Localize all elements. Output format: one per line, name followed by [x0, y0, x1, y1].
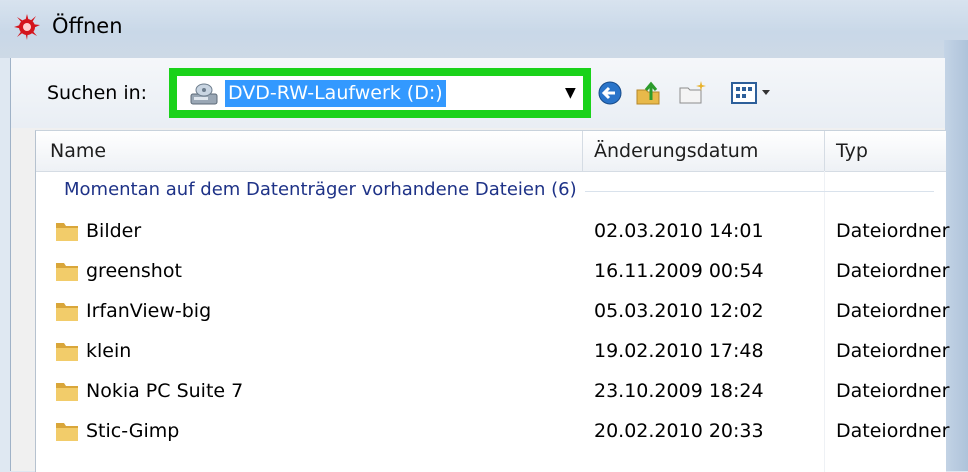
column-separator[interactable] — [824, 131, 825, 171]
file-row[interactable]: IrfanView-big 05.03.2010 12:02 Dateiordn… — [36, 291, 950, 331]
file-row[interactable]: klein 19.02.2010 17:48 Dateiordner — [36, 331, 950, 371]
file-name: klein — [86, 340, 132, 362]
file-name: Bilder — [86, 220, 142, 242]
file-date: 23.10.2009 18:24 — [594, 380, 764, 402]
file-date: 02.03.2010 14:01 — [594, 220, 764, 242]
column-separator[interactable] — [582, 131, 583, 171]
group-label: Momentan auf dem Datenträger vorhandene … — [64, 179, 585, 200]
file-type: Dateiordner — [836, 380, 950, 402]
file-list[interactable]: Name Änderungsdatum Typ Momentan auf dem… — [35, 130, 950, 472]
file-name: IrfanView-big — [86, 300, 212, 322]
up-folder-icon[interactable] — [633, 78, 663, 108]
file-date: 16.11.2009 00:54 — [594, 260, 764, 282]
file-type: Dateiordner — [836, 300, 950, 322]
title-bar[interactable]: Öffnen — [0, 0, 968, 58]
folder-icon — [56, 263, 78, 281]
column-header-name[interactable]: Name — [50, 131, 580, 171]
file-date: 20.02.2010 20:33 — [594, 420, 764, 442]
folder-icon — [56, 223, 78, 241]
list-header: Name Änderungsdatum Typ — [36, 131, 946, 172]
file-type: Dateiordner — [836, 340, 950, 362]
drive-icon — [190, 83, 218, 105]
dialog-client-area: Suchen in: DVD-RW-Laufwerk (D:) ▼ Name Ä… — [10, 58, 950, 472]
column-header-date[interactable]: Änderungsdatum — [594, 131, 834, 171]
new-folder-icon[interactable] — [677, 78, 707, 108]
file-type: Dateiordner — [836, 260, 950, 282]
file-type: Dateiordner — [836, 220, 950, 242]
file-type: Dateiordner — [836, 420, 950, 442]
look-in-combobox[interactable]: DVD-RW-Laufwerk (D:) ▼ — [169, 68, 591, 118]
app-icon — [14, 14, 40, 40]
location-toolbar: Suchen in: DVD-RW-Laufwerk (D:) ▼ — [11, 58, 945, 128]
file-row[interactable]: Nokia PC Suite 7 23.10.2009 18:24 Dateio… — [36, 371, 950, 411]
file-name: Nokia PC Suite 7 — [86, 380, 244, 402]
folder-icon — [56, 383, 78, 401]
file-name: greenshot — [86, 260, 182, 282]
window-title: Öffnen — [52, 14, 123, 38]
file-row[interactable]: Bilder 02.03.2010 14:01 Dateiordner — [36, 211, 950, 251]
file-date: 19.02.2010 17:48 — [594, 340, 764, 362]
folder-icon — [56, 303, 78, 321]
file-row[interactable]: Stic-Gimp 20.02.2010 20:33 Dateiordner — [36, 411, 950, 451]
folder-icon — [56, 423, 78, 441]
look-in-label: Suchen in: — [47, 82, 148, 104]
file-date: 05.03.2010 12:02 — [594, 300, 764, 322]
group-header[interactable]: Momentan auf dem Datenträger vorhandene … — [36, 173, 946, 209]
look-in-value: DVD-RW-Laufwerk (D:) — [225, 80, 446, 107]
column-header-type[interactable]: Typ — [836, 131, 946, 171]
views-menu-icon[interactable] — [729, 78, 781, 108]
chevron-down-icon[interactable]: ▼ — [565, 85, 576, 101]
folder-icon — [56, 343, 78, 361]
file-name: Stic-Gimp — [86, 420, 180, 442]
file-row[interactable]: greenshot 16.11.2009 00:54 Dateiordner — [36, 251, 950, 291]
back-icon[interactable] — [595, 78, 625, 108]
